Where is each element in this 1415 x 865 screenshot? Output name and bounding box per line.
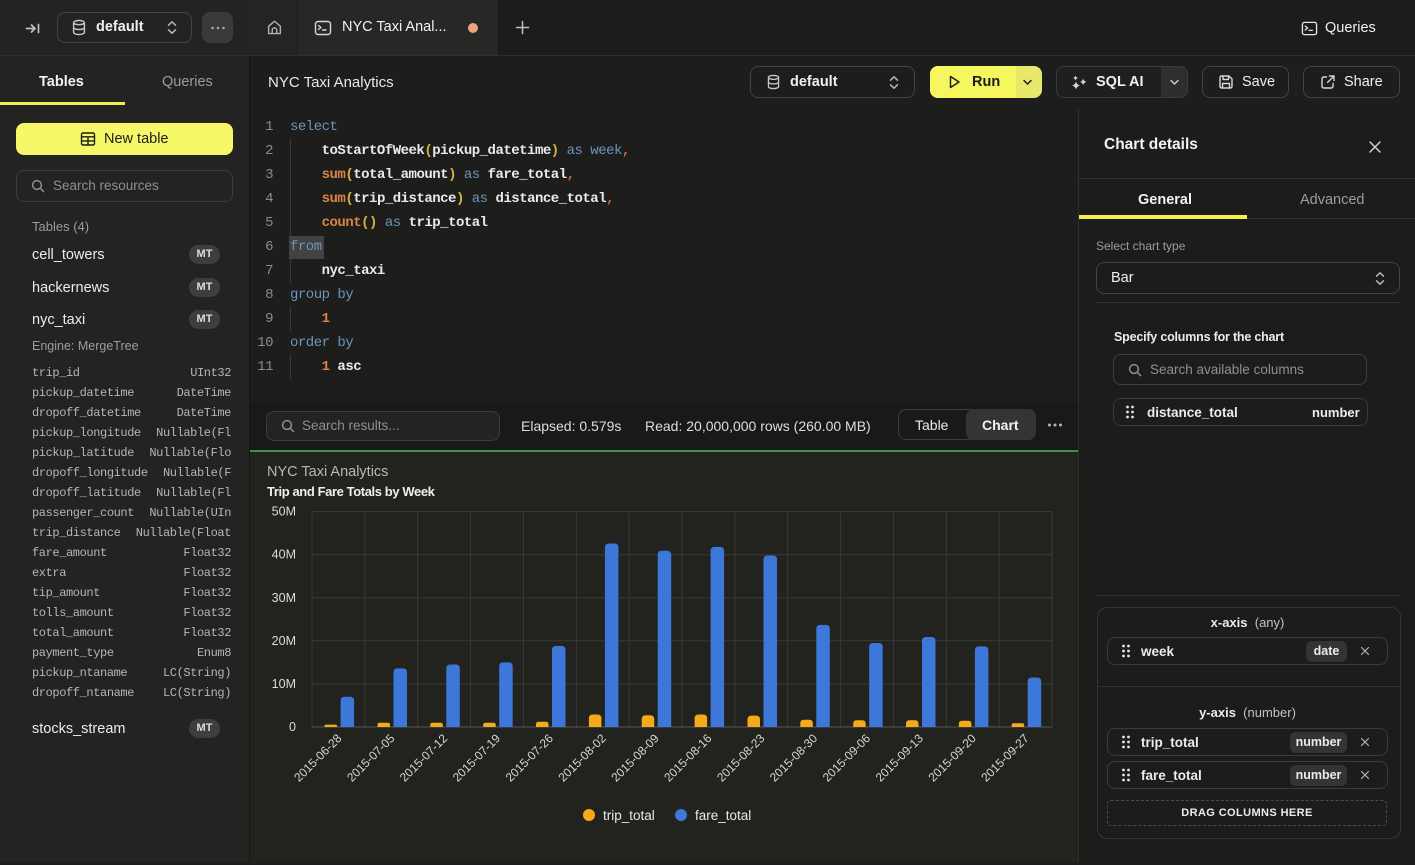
svg-text:2015-08-30: 2015-08-30	[767, 731, 821, 785]
svg-text:fare_total: fare_total	[695, 808, 751, 823]
svg-text:2015-09-06: 2015-09-06	[820, 731, 874, 785]
svg-text:30M: 30M	[272, 591, 296, 605]
svg-text:2015-07-05: 2015-07-05	[344, 731, 398, 785]
svg-text:2015-07-26: 2015-07-26	[503, 731, 557, 785]
svg-text:0: 0	[289, 720, 296, 734]
svg-text:2015-06-28: 2015-06-28	[291, 731, 345, 785]
svg-text:2015-08-09: 2015-08-09	[608, 731, 662, 785]
svg-text:trip_total: trip_total	[603, 808, 655, 823]
svg-text:10M: 10M	[272, 677, 296, 691]
svg-text:2015-09-20: 2015-09-20	[926, 731, 980, 785]
svg-text:50M: 50M	[272, 505, 296, 519]
svg-text:2015-07-12: 2015-07-12	[397, 731, 451, 785]
svg-text:2015-07-19: 2015-07-19	[450, 731, 504, 785]
svg-text:2015-09-13: 2015-09-13	[873, 731, 927, 785]
svg-text:2015-08-23: 2015-08-23	[714, 731, 768, 785]
svg-text:2015-08-02: 2015-08-02	[556, 731, 610, 785]
svg-text:20M: 20M	[272, 634, 296, 648]
svg-text:2015-09-27: 2015-09-27	[978, 731, 1032, 785]
svg-text:40M: 40M	[272, 548, 296, 562]
svg-text:2015-08-16: 2015-08-16	[661, 731, 715, 785]
